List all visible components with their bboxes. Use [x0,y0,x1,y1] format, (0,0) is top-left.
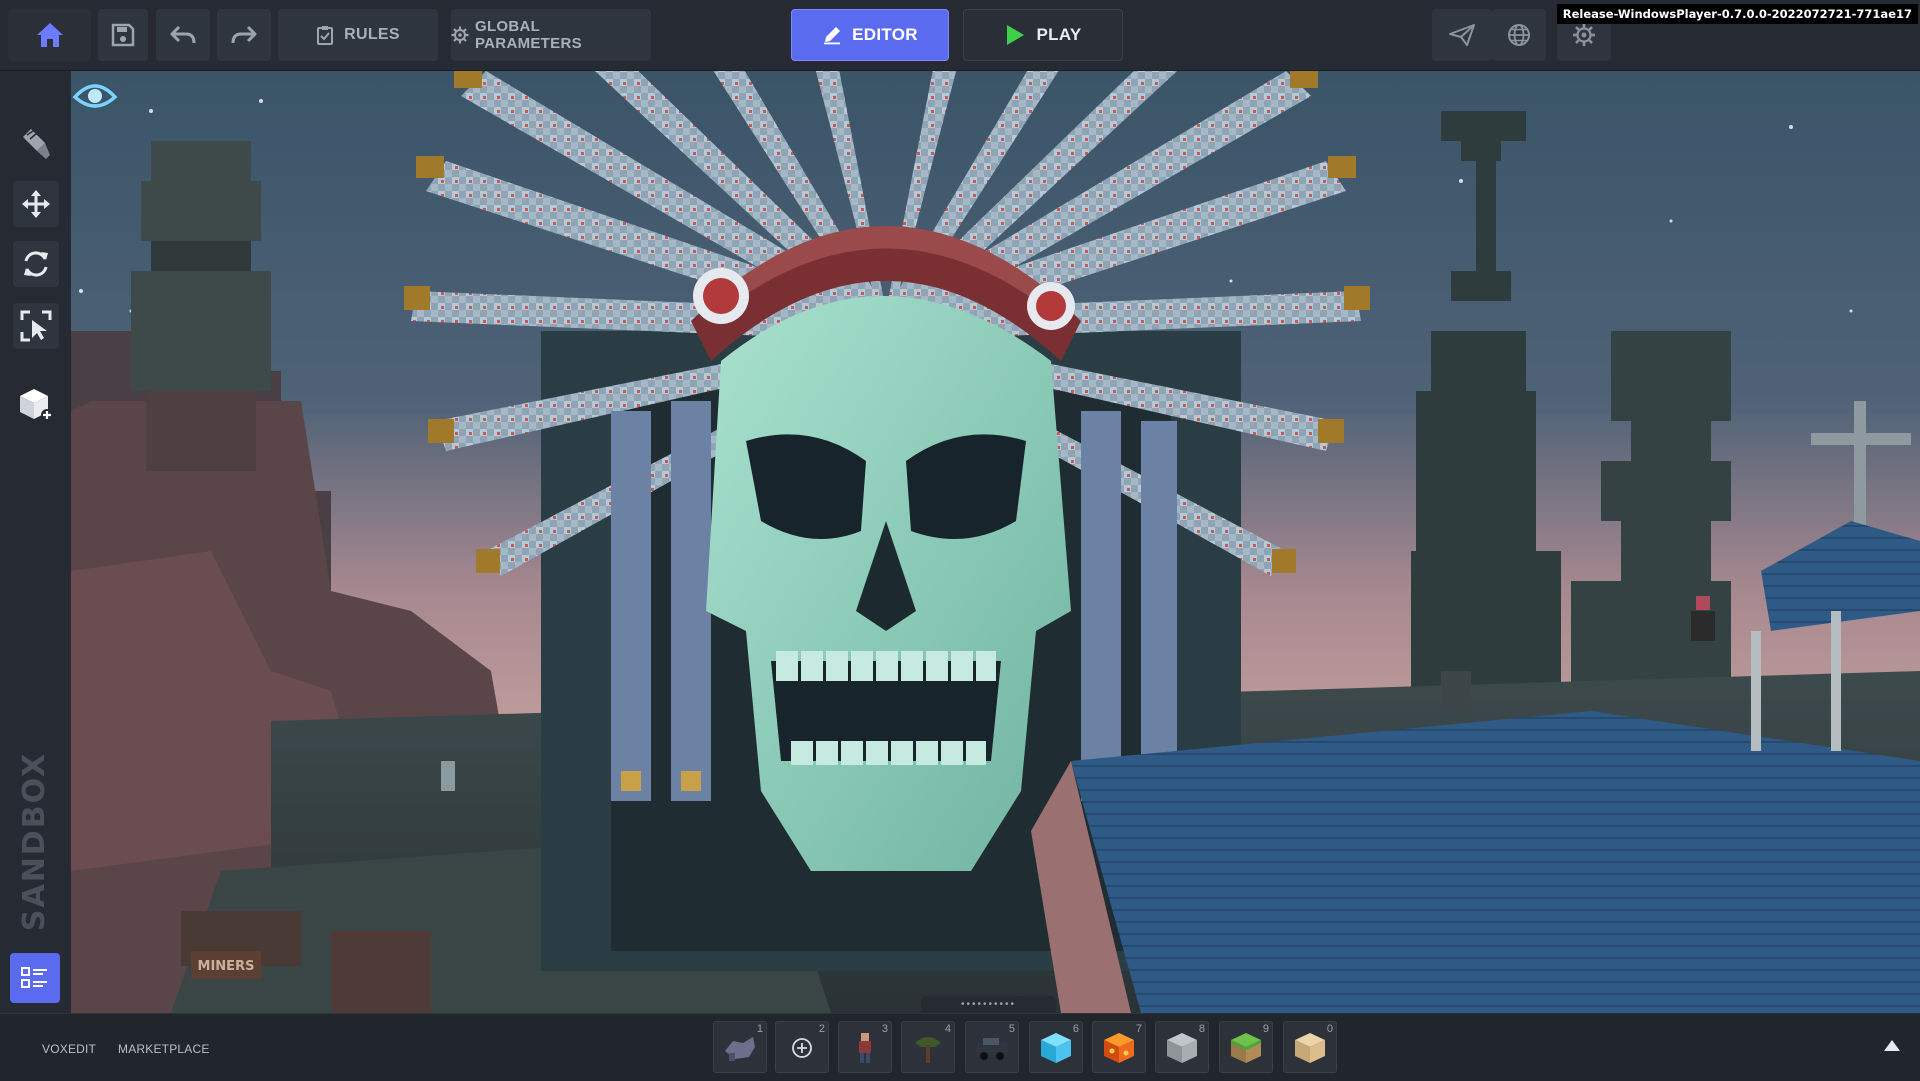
rotate-tool-button[interactable] [13,241,59,287]
move-tool-button[interactable] [13,181,59,227]
rules-button[interactable]: RULES [278,9,438,61]
creature-asset-icon [722,1031,758,1065]
top-toolbar: RULES GLOBAL PARAMETERS EDITOR PLAY Rele… [0,0,1920,71]
settings-gear-icon [1573,24,1595,46]
character-asset-icon [847,1031,883,1065]
hotbar-slot-8[interactable]: 8 [1155,1021,1209,1073]
hotbar-slot-2[interactable]: 2 [775,1021,829,1073]
save-button[interactable] [98,9,148,61]
voxedit-link[interactable]: VOXEDIT [42,1042,96,1056]
add-block-button[interactable] [13,381,59,427]
rules-label: RULES [344,26,400,43]
play-label: PLAY [1036,25,1082,44]
sandbox-logo: SANDBOX [17,751,53,931]
home-icon [36,23,63,47]
hotbar-slot-3[interactable]: 3 [838,1021,892,1073]
lava-block-icon [1101,1031,1137,1065]
play-mode-button[interactable]: PLAY [963,9,1123,61]
editor-label: EDITOR [852,25,918,44]
camera-view-icon[interactable] [71,71,119,119]
global-parameters-label: GLOBAL PARAMETERS [474,18,582,52]
ice-block-icon [1038,1031,1074,1065]
globe-icon [1508,24,1530,46]
hotbar-slot-9[interactable]: 9 [1219,1021,1273,1073]
hotbar-slot-7[interactable]: 7 [1092,1021,1146,1073]
clipboard-icon [317,26,334,45]
save-icon [111,23,135,47]
paper-plane-icon [1449,24,1475,46]
asset-list-button[interactable] [10,953,60,1003]
miners-sign: MINERS [198,959,255,974]
undo-button[interactable] [156,9,210,61]
grass-block-icon [1228,1031,1264,1065]
list-icon [21,967,47,988]
redo-icon [231,25,257,44]
bottom-bar: VOXEDIT MARKETPLACE 1 2 3 4 5 6 7 8 9 0 [0,1013,1920,1081]
play-icon [1006,25,1024,45]
stone-block-icon [1164,1031,1200,1065]
hotbar-slot-4[interactable]: 4 [901,1021,955,1073]
publish-button[interactable] [1432,9,1492,61]
undo-icon [170,25,196,44]
build-version-label: Release-WindowsPlayer-0.7.0.0-2022072721… [1556,4,1918,24]
tree-asset-icon [910,1031,946,1065]
rotate-icon [24,251,48,277]
editor-mode-button[interactable]: EDITOR [791,9,949,61]
pencil-icon [824,27,841,45]
paint-brush-icon [23,129,50,159]
left-tool-panel: SANDBOX [0,71,71,1013]
voxel-scene: MINERS [71,71,1920,1013]
hotbar-slot-1[interactable]: 1 [713,1021,767,1073]
paint-tool-button[interactable] [13,121,59,167]
global-parameters-button[interactable]: GLOBAL PARAMETERS [451,9,651,61]
marketplace-link[interactable]: MARKETPLACE [118,1042,210,1056]
add-cube-icon [20,389,53,421]
hotbar-slot-6[interactable]: 6 [1029,1021,1083,1073]
add-circle-icon [784,1031,820,1065]
expand-up-icon[interactable] [1884,1040,1900,1051]
hotbar-slot-10[interactable]: 0 [1283,1021,1337,1073]
select-tool-button[interactable] [13,303,59,349]
home-button[interactable] [8,9,91,61]
scene-viewport[interactable]: MINERS •••••••••• [71,71,1920,1013]
move-icon [22,190,50,218]
panel-drag-handle[interactable]: •••••••••• [921,996,1056,1013]
vehicle-asset-icon [974,1031,1010,1065]
language-button[interactable] [1492,9,1546,61]
hotbar-slot-5[interactable]: 5 [965,1021,1019,1073]
gear-icon [451,26,469,44]
select-icon [20,310,52,342]
sand-block-icon [1292,1031,1328,1065]
redo-button[interactable] [217,9,271,61]
